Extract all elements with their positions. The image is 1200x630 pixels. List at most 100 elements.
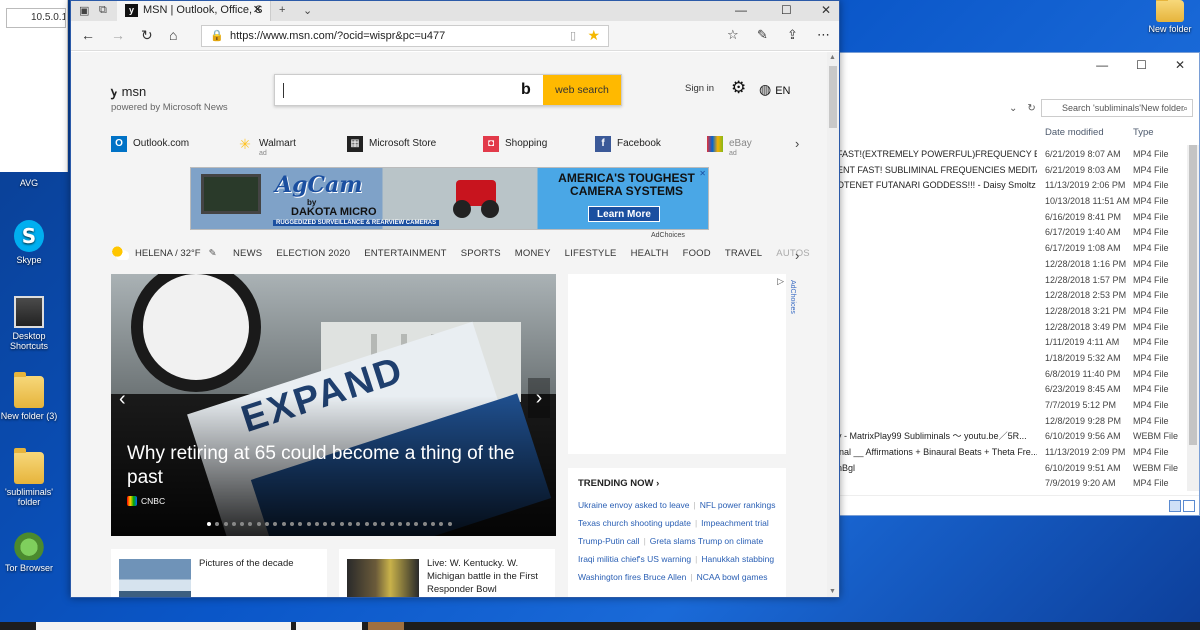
ad-info-icon[interactable]: ▷ <box>777 276 784 287</box>
shortcut-outlook[interactable]: O Outlook.com <box>111 136 189 162</box>
chevron-down-icon[interactable]: ⌄ <box>303 4 312 17</box>
trending-link[interactable]: Iraqi militia chief's US warning <box>578 554 691 564</box>
background-window[interactable]: 10.5.0.1 <box>0 0 68 172</box>
file-row[interactable]: 7/7/2019 5:12 PM MP4 File <box>837 398 1185 414</box>
carousel-dot[interactable] <box>314 522 319 526</box>
file-row[interactable]: ENT FAST! SUBLIMINAL FREQUENCIES MEDITAT… <box>837 163 1185 179</box>
carousel-dot[interactable] <box>231 522 236 526</box>
maximize-icon[interactable]: ☐ <box>1136 58 1147 72</box>
carousel-dot[interactable] <box>306 522 311 526</box>
address-bar[interactable]: 🔒 https://www.msn.com/?ocid=wispr&pc=u47… <box>201 25 609 47</box>
scroll-down-icon[interactable]: ▼ <box>829 588 836 595</box>
close-tab-icon[interactable]: ✕ <box>253 1 262 19</box>
chevron-right-icon[interactable]: › <box>795 248 799 263</box>
carousel-dot[interactable] <box>256 522 261 526</box>
file-row[interactable]: nBgl 6/10/2019 9:51 AM WEBM File <box>837 461 1185 477</box>
home-icon[interactable]: ⌂ <box>169 27 177 43</box>
trending-link[interactable]: Impeachment trial <box>701 518 769 528</box>
more-icon[interactable]: ⋯ <box>817 27 830 43</box>
shortcut-shopping[interactable]: ◘ Shopping <box>483 136 547 162</box>
file-row[interactable]: 12/28/2018 1:57 PM MP4 File <box>837 273 1185 289</box>
category-link[interactable]: LIFESTYLE <box>565 248 617 259</box>
file-row[interactable]: 1/18/2019 5:32 AM MP4 File <box>837 351 1185 367</box>
trending-link[interactable]: Texas church shooting update <box>578 518 691 528</box>
hero-headline[interactable]: Why retiring at 65 could become a thing … <box>127 442 547 490</box>
trending-link[interactable]: Greta slams Trump on climate <box>650 536 763 546</box>
desktop-icon-new-folder-3[interactable]: New folder (3) <box>0 372 58 421</box>
carousel-dot[interactable] <box>323 522 328 526</box>
carousel-dot[interactable] <box>406 522 411 526</box>
carousel-dot[interactable] <box>215 522 220 526</box>
adchoices-vertical-link[interactable]: AdChoices <box>789 280 796 314</box>
category-link[interactable]: NEWS <box>233 248 262 259</box>
desktop-icon-new-folder[interactable]: New folder <box>1140 0 1200 34</box>
scroll-up-icon[interactable]: ▲ <box>829 54 836 61</box>
language-selector[interactable]: ◍ EN <box>759 81 791 98</box>
hero-carousel[interactable]: EXPAND Why retiring at 65 could become a… <box>111 274 556 536</box>
desktop-icon-avg[interactable]: AVG <box>0 178 58 188</box>
close-icon[interactable]: ✕ <box>1175 58 1185 72</box>
favorites-icon[interactable]: ☆ <box>727 27 739 43</box>
category-link[interactable]: MONEY <box>515 248 551 259</box>
trending-link[interactable]: Hanukkah stabbing <box>701 554 774 564</box>
minimize-icon[interactable]: — <box>1096 58 1108 72</box>
column-header-type[interactable]: Type <box>1133 127 1154 138</box>
trending-link[interactable]: NFL power rankings <box>700 500 776 510</box>
carousel-dot[interactable] <box>298 522 303 526</box>
category-link[interactable]: HEALTH <box>631 248 669 259</box>
adchoices-link[interactable]: AdChoices <box>651 232 685 239</box>
large-icons-view-icon[interactable] <box>1183 500 1195 512</box>
file-row[interactable]: 6/17/2019 1:08 AM MP4 File <box>837 241 1185 257</box>
chevron-down-icon[interactable]: ⌄ <box>1009 103 1017 114</box>
carousel-dot[interactable] <box>397 522 402 526</box>
file-row[interactable]: 7/9/2019 9:20 AM MP4 File <box>837 476 1185 492</box>
file-row[interactable]: 6/23/2019 8:45 AM MP4 File <box>837 382 1185 398</box>
trending-link[interactable]: Washington fires Bruce Allen <box>578 572 686 582</box>
trending-heading[interactable]: TRENDING NOW › <box>578 478 659 489</box>
desktop-icon-subliminals-folder[interactable]: 'subliminals' folder <box>0 448 58 507</box>
carousel-dot[interactable] <box>248 522 253 526</box>
shortcut-facebook[interactable]: f Facebook <box>595 136 661 162</box>
refresh-icon[interactable]: ↻ <box>141 27 153 43</box>
desktop-icon-desktop-shortcuts[interactable]: Desktop Shortcuts <box>0 296 58 351</box>
taskbar-search[interactable] <box>36 622 291 630</box>
carousel-next-icon[interactable]: › <box>528 378 550 418</box>
tab-preview-icon[interactable]: ▣ <box>79 4 89 17</box>
category-link[interactable]: ELECTION 2020 <box>276 248 350 259</box>
news-card[interactable]: Pictures of the decade <box>111 549 327 597</box>
carousel-dot[interactable] <box>364 522 369 526</box>
category-link[interactable]: TRAVEL <box>725 248 762 259</box>
new-tab-icon[interactable]: + <box>279 4 285 16</box>
file-row[interactable]: 1/11/2019 4:11 AM MP4 File <box>837 335 1185 351</box>
category-link[interactable]: AUTOS <box>776 248 810 259</box>
file-row[interactable]: 6/16/2019 8:41 PM MP4 File <box>837 210 1185 226</box>
taskbar-item[interactable] <box>296 622 362 630</box>
carousel-dot[interactable] <box>289 522 294 526</box>
pen-icon[interactable]: ✎ <box>757 27 768 43</box>
carousel-dot[interactable] <box>240 522 245 526</box>
chevron-right-icon[interactable]: › <box>795 136 799 151</box>
carousel-dot[interactable] <box>422 522 427 526</box>
side-ad-box[interactable]: ▷ <box>568 274 786 454</box>
file-row[interactable]: y - MatrixPlay99 Subliminals ～ youtu.be／… <box>837 429 1185 445</box>
back-arrow-icon[interactable]: ← <box>81 27 95 43</box>
carousel-dot[interactable] <box>389 522 394 526</box>
category-link[interactable]: SPORTS <box>461 248 501 259</box>
minimize-icon[interactable]: — <box>735 3 747 17</box>
shortcut-microsoft-store[interactable]: ▦ Microsoft Store <box>347 136 436 162</box>
shortcut-walmart[interactable]: ✳ Walmart ad <box>237 136 296 162</box>
carousel-dot[interactable] <box>447 522 452 526</box>
ad-close-icon[interactable]: ✕ <box>699 169 706 178</box>
scroll-thumb[interactable] <box>829 66 837 128</box>
edit-location-icon[interactable]: ✎ <box>209 248 217 259</box>
desktop-icon-skype[interactable]: S Skype <box>0 220 58 265</box>
carousel-dot[interactable] <box>273 522 278 526</box>
learn-more-button[interactable]: Learn More <box>588 206 660 222</box>
sign-in-link[interactable]: Sign in <box>685 83 714 94</box>
web-search-button[interactable]: web search <box>543 75 621 105</box>
file-row[interactable]: 12/28/2018 2:53 PM MP4 File <box>837 288 1185 304</box>
carousel-dot[interactable] <box>281 522 286 526</box>
share-icon[interactable]: ⇪ <box>787 27 798 43</box>
carousel-dot[interactable] <box>381 522 386 526</box>
file-row[interactable]: 6/17/2019 1:40 AM MP4 File <box>837 225 1185 241</box>
